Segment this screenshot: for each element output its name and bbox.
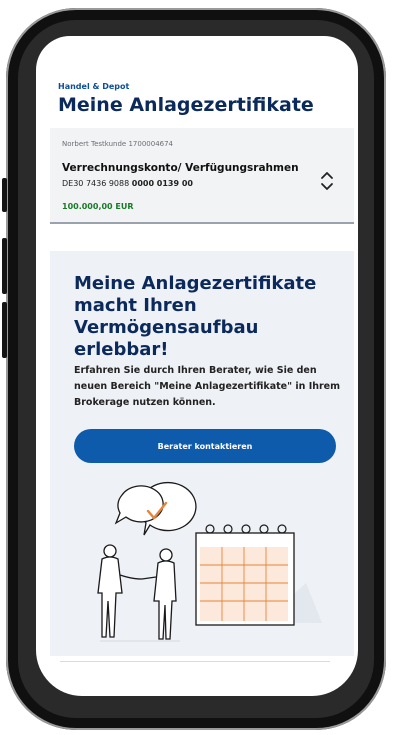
contact-advisor-button[interactable]: Berater kontaktieren: [74, 429, 336, 463]
phone-side-button-3: [2, 302, 7, 358]
account-owner: Norbert Testkunde 1700004674: [62, 140, 174, 148]
phone-side-button-1: [2, 178, 7, 212]
promo-text: Erfahren Sie durch Ihren Berater, wie Si…: [74, 365, 341, 408]
account-selector[interactable]: Norbert Testkunde 1700004674 Verrechnung…: [50, 128, 354, 224]
promo-card: Meine Anlagezertifikate macht Ihren Verm…: [50, 251, 354, 656]
app-screen: Handel & Depot Meine Anlagezertifikate N…: [36, 36, 358, 696]
account-balance: 100.000,00 EUR: [62, 202, 134, 211]
account-name: Verrechnungskonto/ Verfügungsrahmen: [62, 162, 299, 174]
divider: [60, 661, 330, 662]
promo-title: Meine Anlagezertifikate macht Ihren Verm…: [74, 273, 317, 360]
calendar-icon: [195, 524, 322, 626]
account-iban: DE30 7436 9088 0000 0139 00: [62, 179, 193, 188]
handshake-people-icon: [97, 544, 180, 642]
account-iban-suffix: 0000 0139 00: [131, 179, 193, 188]
speech-bubble-check-icon: [114, 481, 197, 536]
phone-side-button-2: [2, 238, 7, 294]
breadcrumb[interactable]: Handel & Depot: [58, 82, 129, 91]
account-iban-prefix: DE30 7436 9088: [62, 179, 132, 188]
chevron-up-down-icon[interactable]: [318, 168, 336, 194]
advisor-illustration: [97, 481, 322, 642]
page-title: Meine Anlagezertifikate: [58, 94, 314, 116]
